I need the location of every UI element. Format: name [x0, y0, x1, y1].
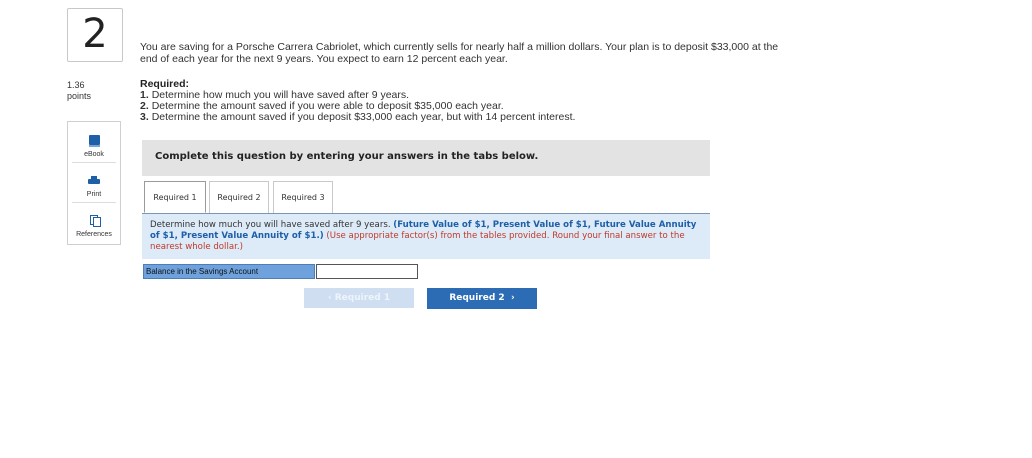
ebook-icon	[88, 135, 100, 147]
chevron-right-icon: ›	[507, 293, 515, 303]
requirement-item: 3. Determine the amount saved if you dep…	[140, 111, 576, 123]
question-number: 2	[82, 11, 108, 57]
instructions-banner: Complete this question by entering your …	[142, 140, 710, 176]
tab-required-1[interactable]: Required 1	[144, 181, 206, 213]
references-icon	[89, 215, 101, 227]
print-icon	[88, 176, 100, 185]
next-required-button[interactable]: Required 2 ›	[427, 288, 537, 309]
problem-statement: You are saving for a Porsche Carrera Cab…	[140, 41, 779, 65]
prev-required-button[interactable]: ‹ Required 1	[304, 288, 414, 308]
points-value: 1.36	[67, 80, 85, 90]
sidebar-item-label: eBook	[84, 151, 104, 158]
tab-required-2[interactable]: Required 2	[209, 181, 269, 213]
tab-required-3[interactable]: Required 3	[273, 181, 333, 213]
sidebar-divider	[72, 202, 116, 203]
sidebar-item-label: Print	[86, 191, 102, 198]
sidebar-item-label: References	[76, 231, 112, 238]
instruction-main: Determine how much you will have saved a…	[150, 220, 391, 230]
sidebar-item-references[interactable]: References	[68, 212, 120, 238]
savings-balance-input[interactable]	[316, 264, 418, 279]
requirements-list: 1. Determine how much you will have save…	[140, 90, 575, 123]
banner-text: Complete this question by entering your …	[155, 151, 539, 162]
answer-label: Balance in the Savings Account	[143, 264, 315, 279]
points-label: points	[67, 91, 92, 101]
question-number-box: 2	[67, 8, 123, 62]
chevron-left-icon: ‹	[327, 293, 332, 303]
prev-button-label: Required 1	[334, 293, 391, 303]
next-button-label: Required 2	[449, 293, 505, 303]
tab-instructions: Determine how much you will have saved a…	[142, 213, 710, 259]
sidebar-item-print[interactable]: Print	[68, 172, 120, 198]
tools-sidebar: eBook Print References	[67, 121, 121, 245]
sidebar-item-ebook[interactable]: eBook	[68, 132, 120, 158]
sidebar-divider	[72, 162, 116, 163]
